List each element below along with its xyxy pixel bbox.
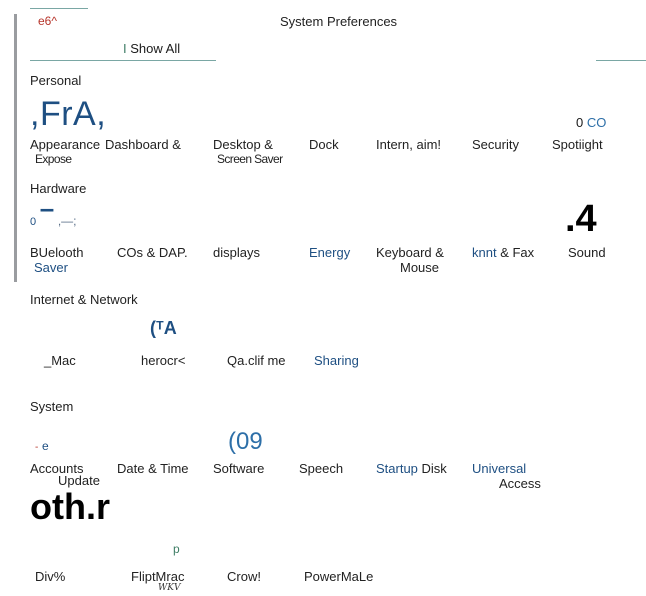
hardware-icon-c: ,—; — [57, 214, 77, 228]
pref-print-fax[interactable]: knnt & Fax — [472, 245, 534, 260]
pref-international[interactable]: Intern, aim! — [376, 137, 441, 152]
pref-label: Speech — [299, 461, 344, 476]
pref-label: Universal — [472, 461, 527, 476]
pref-label: Dock — [309, 137, 339, 152]
pref-network[interactable]: herocr< — [141, 353, 185, 368]
pref-growl[interactable]: Crow! — [227, 569, 261, 584]
pref-powermate[interactable]: PowerMaLe — [304, 569, 373, 584]
pref-label-blue: Startup — [376, 461, 418, 476]
pref-label: Security — [472, 137, 519, 152]
window-title: System Preferences — [280, 14, 398, 29]
system-icon-left-blue: e — [41, 439, 49, 453]
pref-label: Crow! — [227, 569, 261, 584]
pref-label: PowerMaLe — [304, 569, 374, 584]
pref-sublabel: Expose — [35, 152, 72, 166]
pref-sublabel: Screen Saver — [217, 152, 283, 166]
hardware-icon-right: .4 — [565, 198, 597, 240]
section-title-personal: Personal — [30, 73, 82, 88]
internet-icon-strip: (ᵀA — [150, 318, 177, 338]
pref-security[interactable]: Security — [472, 137, 519, 152]
pref-label: Div% — [35, 569, 66, 584]
other-icon: p — [173, 542, 180, 556]
pref-desktop-screensaver[interactable]: Desktop & Screen Saver — [213, 137, 283, 167]
section-title-hardware: Hardware — [30, 181, 87, 196]
pref-label: COs & DAP. — [117, 245, 188, 260]
show-all-prefix: I — [123, 41, 127, 56]
pref-appearance[interactable]: Appearance — [30, 137, 100, 152]
pref-label: BUelooth — [30, 245, 84, 260]
pref-label-blue: knnt — [472, 245, 497, 260]
pref-bluetooth[interactable]: BUelooth Saver — [30, 245, 83, 275]
pref-sublabel: Access — [499, 476, 541, 491]
pref-label: Keyboard & — [376, 245, 444, 260]
pref-cds-dvds[interactable]: COs & DAP. — [117, 245, 188, 260]
pref-flip4mac[interactable]: FliptMrac WKV — [131, 569, 184, 596]
system-icon-mid: (09 — [228, 428, 263, 455]
pref-divx[interactable]: Div% — [35, 569, 65, 584]
pref-label: Sound — [568, 245, 606, 260]
personal-icon-right-blue: CO — [586, 115, 607, 130]
pref-sublabel: Saver — [34, 260, 68, 275]
show-all-label: Show All — [130, 41, 181, 56]
section-title-other: oth.r — [30, 486, 110, 527]
pref-universal-access[interactable]: Universal Access — [472, 461, 541, 491]
pref-dock[interactable]: Dock — [309, 137, 339, 152]
section-title-system: System — [30, 399, 74, 414]
pref-label: Spotiight — [552, 137, 603, 152]
pref-label: Energy — [309, 245, 351, 260]
toolbar-rule-left — [30, 60, 216, 61]
pref-energy-saver[interactable]: Energy — [309, 245, 350, 260]
show-all-button[interactable]: I Show All — [123, 41, 180, 56]
pref-sound[interactable]: Sound — [568, 245, 606, 260]
pref-label: Desktop & — [213, 137, 273, 152]
section-title-internet-network: Internet & Network — [30, 292, 138, 307]
pref-dashboard-expose[interactable]: Dashboard & Expose — [35, 137, 181, 167]
window-corner-label: e6^ — [38, 14, 57, 28]
pref-label: Software — [213, 461, 265, 476]
pref-sublabel: Mouse — [400, 260, 440, 275]
pref-label: & Fax — [496, 245, 535, 260]
pref-label: Appearance — [30, 137, 101, 152]
pref-label: Disk — [417, 461, 447, 476]
pref-spotlight[interactable]: Spotiight — [552, 137, 603, 152]
personal-icon-strip: ,FrA, — [30, 95, 107, 133]
system-icon-left-red: - — [35, 442, 39, 453]
pref-label: Intern, aim! — [376, 137, 442, 152]
pref-software-update[interactable]: Software — [213, 461, 264, 476]
personal-icon-right-prefix: 0 — [576, 115, 584, 130]
hardware-icon-b: – — [39, 193, 55, 223]
pref-keyboard-mouse[interactable]: Keyboard & Mouse — [376, 245, 444, 275]
window-left-edge — [14, 14, 17, 282]
pref-label: Dashboard & — [105, 137, 181, 152]
pref-label: displays — [213, 245, 260, 260]
pref-displays[interactable]: displays — [213, 245, 260, 260]
pref-quicktime[interactable]: Qa.clif me — [227, 353, 286, 368]
pref-label: Sharing — [314, 353, 359, 368]
pref-dotmac[interactable]: _Mac — [44, 353, 76, 368]
pref-label: Qa.clif me — [227, 353, 286, 368]
hardware-icon-strip: 0 – ,—; — [30, 195, 77, 228]
system-icon-left: - e — [35, 438, 49, 453]
personal-icon-right: 0 CO — [576, 115, 606, 130]
titlebar-rule-left — [30, 8, 88, 9]
pref-sharing[interactable]: Sharing — [314, 353, 359, 368]
pref-label: _Mac — [44, 353, 76, 368]
pref-date-time[interactable]: Date & Time — [117, 461, 189, 476]
pref-speech[interactable]: Speech — [299, 461, 343, 476]
toolbar-rule-right — [596, 60, 646, 61]
hardware-icon-a: 0 — [30, 216, 37, 228]
pref-label: Date & Time — [117, 461, 189, 476]
pref-label: herocr< — [141, 353, 186, 368]
pref-startup-disk[interactable]: Startup Disk — [376, 461, 447, 476]
